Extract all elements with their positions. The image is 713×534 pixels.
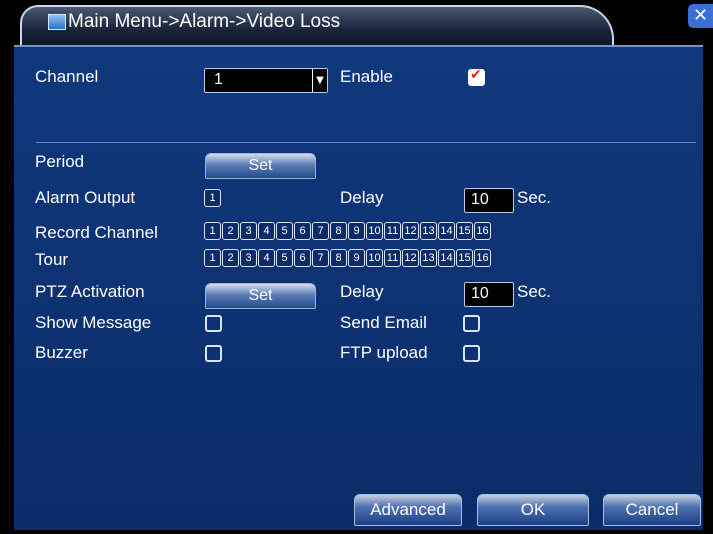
record-channel-box[interactable]: 5 [276, 222, 293, 240]
send-email-label: Send Email [340, 313, 427, 332]
section-divider [36, 142, 696, 143]
tour-channel-box[interactable]: 10 [366, 249, 383, 267]
cancel-button[interactable]: Cancel [603, 494, 701, 526]
ok-button[interactable]: OK [477, 494, 589, 526]
alarm-delay-unit: Sec. [517, 188, 552, 207]
channel-select[interactable]: 1 ▼ [204, 68, 328, 93]
period-label: Period [35, 152, 85, 171]
alarm-delay-input[interactable]: 10 [464, 188, 514, 213]
tour-label: Tour [35, 250, 69, 269]
record-channel-box[interactable]: 15 [456, 222, 473, 240]
tour-channel-box[interactable]: 12 [402, 249, 419, 267]
record-channel-box[interactable]: 14 [438, 222, 455, 240]
record-channel-box[interactable]: 6 [294, 222, 311, 240]
tour-channel-box[interactable]: 16 [474, 249, 491, 267]
title-bar: Main Menu->Alarm->Video Loss ✕ [0, 0, 713, 48]
alarm-output-label: Alarm Output [35, 188, 136, 207]
alarm-delay-label: Delay [340, 188, 384, 207]
tour-channel-box[interactable]: 14 [438, 249, 455, 267]
record-channel-list: 1 2 3 4 5 6 7 8 9 10 11 12 13 14 15 16 [204, 222, 492, 240]
tour-channel-box[interactable]: 9 [348, 249, 365, 267]
channel-label: Channel [35, 67, 99, 86]
record-channel-box[interactable]: 9 [348, 222, 365, 240]
ptz-delay-label: Delay [340, 282, 384, 301]
ptz-delay-value: 10 [471, 285, 489, 302]
ftp-upload-checkbox[interactable] [463, 345, 480, 362]
record-channel-box[interactable]: 13 [420, 222, 437, 240]
record-channel-box[interactable]: 11 [384, 222, 401, 240]
ptz-delay-unit: Sec. [517, 282, 552, 301]
record-channel-box[interactable]: 8 [330, 222, 347, 240]
tour-channel-box[interactable]: 11 [384, 249, 401, 267]
advanced-button[interactable]: Advanced [354, 494, 462, 526]
buzzer-checkbox[interactable] [205, 345, 222, 362]
tour-channel-box[interactable]: 7 [312, 249, 329, 267]
page-title: Main Menu->Alarm->Video Loss [68, 11, 341, 32]
record-channel-box[interactable]: 7 [312, 222, 329, 240]
tour-channel-box[interactable]: 13 [420, 249, 437, 267]
record-channel-box[interactable]: 10 [366, 222, 383, 240]
record-channel-box[interactable]: 1 [204, 222, 221, 240]
record-channel-box[interactable]: 2 [222, 222, 239, 240]
send-email-checkbox[interactable] [463, 315, 480, 332]
alarm-output-box[interactable]: 1 [204, 189, 221, 207]
record-channel-box[interactable]: 3 [240, 222, 257, 240]
alarm-delay-value: 10 [471, 191, 489, 208]
ptz-activation-label: PTZ Activation [35, 282, 145, 301]
chevron-down-icon[interactable]: ▼ [312, 69, 327, 92]
tour-channel-box[interactable]: 3 [240, 249, 257, 267]
tour-channel-box[interactable]: 8 [330, 249, 347, 267]
record-channel-box[interactable]: 4 [258, 222, 275, 240]
show-message-label: Show Message [35, 313, 152, 332]
video-loss-window: Main Menu->Alarm->Video Loss ✕ Channel 1… [0, 0, 713, 534]
ptz-set-button[interactable]: Set [205, 283, 316, 309]
tour-channel-box[interactable]: 2 [222, 249, 239, 267]
tour-channel-box[interactable]: 5 [276, 249, 293, 267]
buzzer-label: Buzzer [35, 343, 88, 362]
tour-channel-box[interactable]: 6 [294, 249, 311, 267]
show-message-checkbox[interactable] [205, 315, 222, 332]
record-channel-label: Record Channel [35, 223, 158, 242]
record-channel-box[interactable]: 16 [474, 222, 491, 240]
menu-icon [48, 14, 66, 30]
ftp-upload-label: FTP upload [340, 343, 428, 362]
period-set-button[interactable]: Set [205, 153, 316, 179]
tour-channel-box[interactable]: 4 [258, 249, 275, 267]
tour-channel-box[interactable]: 15 [456, 249, 473, 267]
record-channel-box[interactable]: 12 [402, 222, 419, 240]
tour-channel-list: 1 2 3 4 5 6 7 8 9 10 11 12 13 14 15 16 [204, 249, 492, 267]
channel-select-value: 1 [214, 71, 223, 88]
ptz-delay-input[interactable]: 10 [464, 282, 514, 307]
settings-panel: Channel 1 ▼ Enable Period Set Alarm Outp… [14, 45, 703, 530]
enable-checkbox[interactable] [468, 67, 485, 86]
close-button[interactable]: ✕ [688, 4, 713, 28]
tour-channel-box[interactable]: 1 [204, 249, 221, 267]
enable-label: Enable [340, 67, 393, 86]
